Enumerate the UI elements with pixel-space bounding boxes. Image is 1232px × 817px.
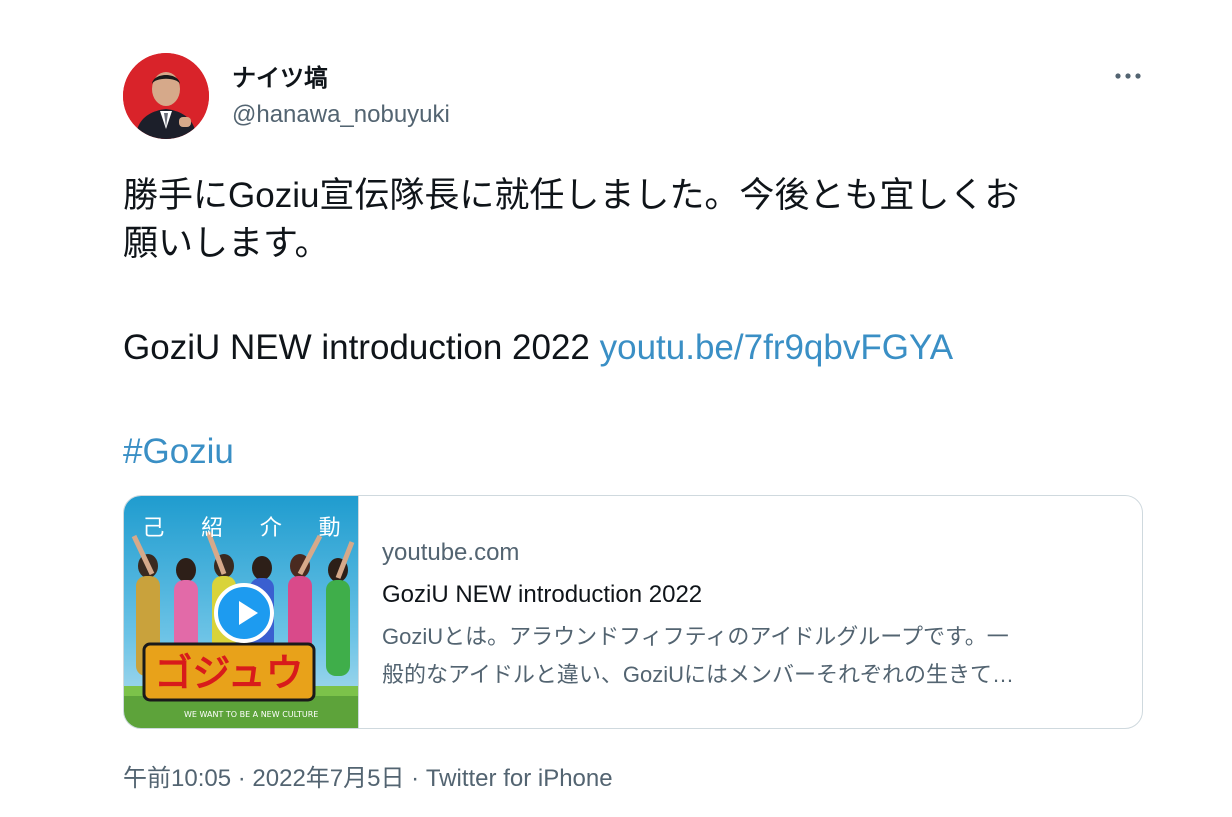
tweet-timestamp[interactable]: 午前10:05 <box>123 765 231 792</box>
banner-char: 己 <box>142 516 165 541</box>
meta-separator: · <box>411 765 420 792</box>
card-body[interactable]: youtube.com GoziU NEW introduction 2022 … <box>382 538 1122 694</box>
tweet-video-title: GoziU NEW introduction 2022 <box>123 328 590 367</box>
more-horizontal-icon[interactable] <box>1110 62 1146 90</box>
tweet-meta: 午前10:05 · 2022年7月5日 · Twitter for iPhone <box>123 764 613 794</box>
tweet-text-line: 願いします。 <box>123 224 330 263</box>
banner-char: 動 <box>318 516 341 541</box>
tweet-source[interactable]: Twitter for iPhone <box>426 765 613 792</box>
card-description-line: 般的なアイドルと違い、GoziUにはメンバーそれぞれの生きて… <box>382 662 1015 687</box>
hashtag-link[interactable]: #Goziu <box>123 432 234 471</box>
author-display-name[interactable]: ナイツ塙 <box>232 64 328 94</box>
tweet-text-line: 勝手にGoziu宣伝隊長に就任しました。今後とも宜しくお <box>123 176 1020 215</box>
author-avatar[interactable] <box>123 53 209 139</box>
card-title: GoziU NEW introduction 2022 <box>382 581 703 608</box>
play-icon[interactable] <box>214 583 274 643</box>
avatar-photo <box>123 53 209 139</box>
thumbnail-banner: 己 紹 介 動 <box>124 510 358 542</box>
banner-char: 紹 <box>201 516 224 541</box>
meta-separator: · <box>237 765 246 792</box>
link-preview-card[interactable]: ゴジュウ WE WANT TO BE A NEW CULTURE 己 紹 介 動… <box>123 495 1143 729</box>
tweet-video-line: GoziU NEW introduction 2022 youtu.be/7fr… <box>123 324 1133 372</box>
tweet-date[interactable]: 2022年7月5日 <box>252 765 404 792</box>
thumbnail-tagline-text: WE WANT TO BE A NEW CULTURE <box>184 710 318 719</box>
tweet-text: 勝手にGoziu宣伝隊長に就任しました。今後とも宜しくお 願いします。 Gozi… <box>123 172 1133 476</box>
author-handle[interactable]: @hanawa_nobuyuki <box>232 100 450 130</box>
banner-char: 介 <box>259 516 282 541</box>
card-description-line: GoziUとは。アラウンドフィフティのアイドルグループです。一 <box>382 624 1009 649</box>
card-thumbnail[interactable]: ゴジュウ WE WANT TO BE A NEW CULTURE 己 紹 介 動 <box>124 496 359 728</box>
tweet-link[interactable]: youtu.be/7fr9qbvFGYA <box>600 328 953 367</box>
card-domain: youtube.com <box>382 539 520 566</box>
thumbnail-logo-text: ゴジュウ <box>154 651 303 695</box>
card-description: GoziUとは。アラウンドフィフティのアイドルグループです。一 般的なアイドルと… <box>382 618 1112 694</box>
